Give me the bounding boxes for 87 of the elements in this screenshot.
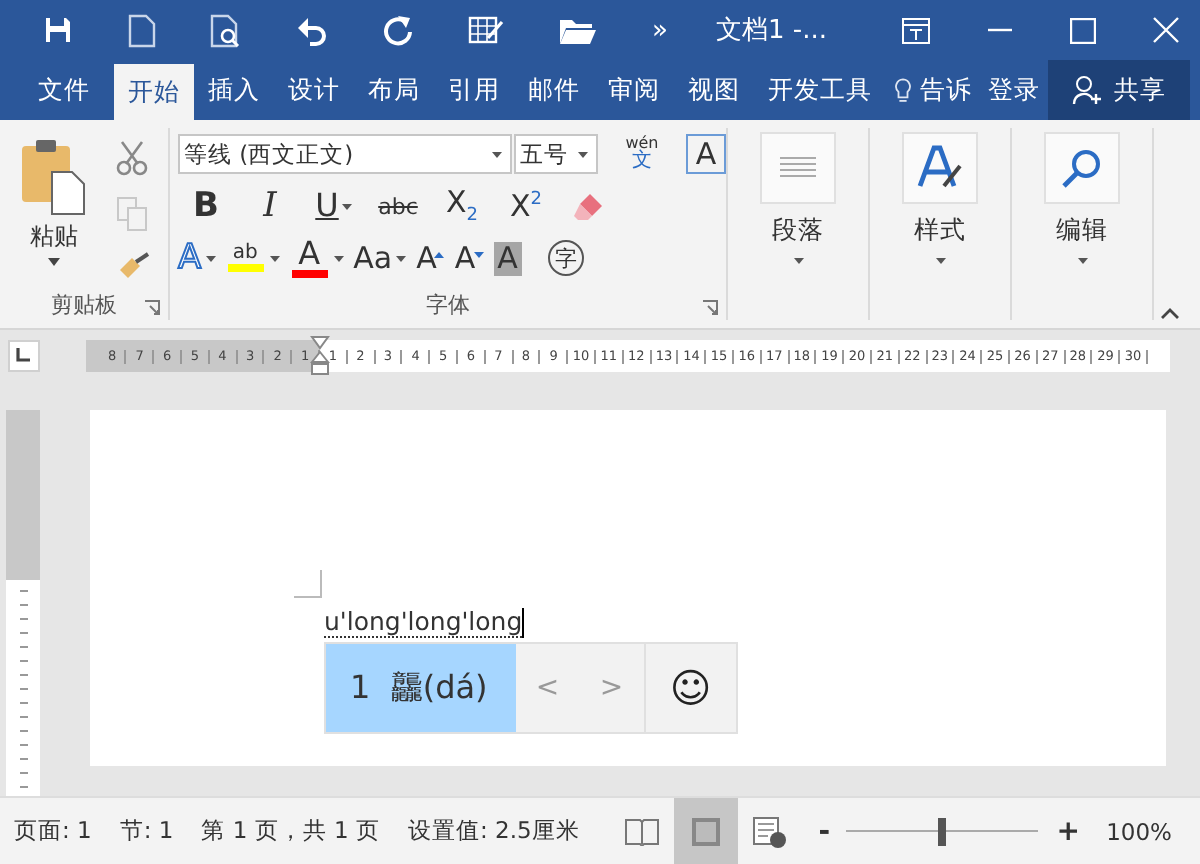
caret-icon [935,258,945,264]
print-preview-icon[interactable] [210,13,242,47]
page-icon [690,815,723,847]
caret-icon [1077,258,1087,264]
group-label: 剪贴板 [51,289,117,319]
caret-icon [492,151,502,157]
font-name-dropdown[interactable]: 等线 (西文正文) [178,134,512,174]
ribbon-tab[interactable]: 审阅 [594,60,674,120]
format-button[interactable]: X$^{2}$ [509,191,542,221]
format-button[interactable]: U [315,190,339,222]
highlight-button[interactable]: ab [225,244,266,272]
down-triangle-icon [473,251,484,257]
person-add-icon [1072,74,1104,106]
more-commands-button[interactable]: » [652,15,668,45]
zoom-slider[interactable] [846,817,1039,845]
caret-icon[interactable] [342,203,353,209]
ribbon-tab[interactable]: 邮件 [514,60,594,120]
up-triangle-icon [434,251,445,257]
caret-icon[interactable] [205,255,216,261]
dialog-launcher-icon[interactable] [702,300,718,316]
format-button[interactable]: X$_{2}$ [445,187,478,225]
ribbon-tab[interactable]: 引用 [434,60,514,120]
open-book-icon [624,817,661,845]
table-icon[interactable] [468,14,504,46]
ribbon-tab[interactable]: 开始 [114,64,194,120]
folder-icon[interactable] [558,15,598,45]
zoom-in-button[interactable]: + [1054,815,1083,847]
new-document-icon[interactable] [128,13,156,47]
caret-icon [578,151,588,157]
change-case-button[interactable]: Aa [353,243,393,273]
ribbon-tab[interactable]: 插入 [194,60,274,120]
candidate-item[interactable]: 1 龘(dá) [326,644,516,732]
status-text[interactable]: 节: 1 [119,816,174,846]
ribbon-tab[interactable]: 视图 [674,60,754,120]
close-icon[interactable] [1152,16,1180,44]
paragraph-lines-icon [780,156,816,180]
group-label: 字体 [426,289,470,319]
caret-icon[interactable] [269,255,280,261]
window-title: 文档1 -... [715,14,827,48]
status-text[interactable]: 页面: 1 [14,816,92,846]
zoom-out-button[interactable]: - [810,815,839,847]
scissors-icon[interactable] [116,140,148,176]
font-color-button[interactable]: A [289,238,330,278]
grow-font-button[interactable]: A [416,243,437,273]
eraser-icon[interactable] [572,190,608,222]
zoom-level-text[interactable]: 100% [1106,817,1172,845]
enclose-characters-button[interactable]: 字 [547,240,584,276]
emoji-button[interactable]: ☺ [643,644,736,732]
status-text[interactable]: 设置值: 2.5厘米 [407,816,580,846]
undo-icon[interactable] [296,14,328,46]
paste-button[interactable]: 粘贴 [0,128,100,288]
clipboard-icon [20,136,88,216]
character-border-button[interactable]: A [686,134,726,174]
caret-icon[interactable] [333,255,344,261]
web-page-icon [752,815,789,847]
shrink-font-button[interactable]: A [454,243,476,273]
caret-icon[interactable] [396,255,407,261]
tab-stop-icon[interactable] [8,340,40,372]
font-size-dropdown[interactable]: 五号 [514,134,598,174]
dialog-launcher-icon[interactable] [144,300,160,316]
margin-corner-mark [294,570,322,598]
tell-me-button[interactable]: 告诉 [912,60,980,120]
caret-icon [48,258,60,266]
phonetic-guide-button[interactable]: wén 文 [618,136,666,172]
share-button[interactable]: 共享 [1048,60,1190,120]
format-button[interactable]: B [193,189,219,223]
ribbon-display-icon[interactable] [902,17,930,43]
character-shading-button[interactable]: A [493,241,522,275]
lightbulb-icon [894,75,912,105]
sign-in-link[interactable]: 登录 [980,60,1048,120]
ribbon-tab[interactable]: 开发工具 [754,60,886,120]
collapse-ribbon-icon[interactable] [1160,308,1180,320]
search-icon [1060,146,1104,190]
ribbon-tab[interactable]: 文件 [0,60,114,120]
ribbon-tab[interactable]: 布局 [354,60,434,120]
save-icon[interactable] [42,14,74,46]
maximize-icon[interactable] [1070,17,1096,43]
caret-icon [793,258,803,264]
text-cursor [522,608,525,638]
zoom-slider-thumb[interactable] [938,817,947,845]
indent-marker-icon[interactable] [310,336,330,376]
format-painter-icon[interactable] [116,252,152,284]
status-text[interactable]: 第 1 页，共 1 页 [201,816,380,846]
format-button[interactable]: I [263,189,277,223]
redo-icon[interactable] [382,14,414,46]
ribbon-tab[interactable]: 设计 [274,60,354,120]
format-button[interactable]: abc [378,195,418,217]
